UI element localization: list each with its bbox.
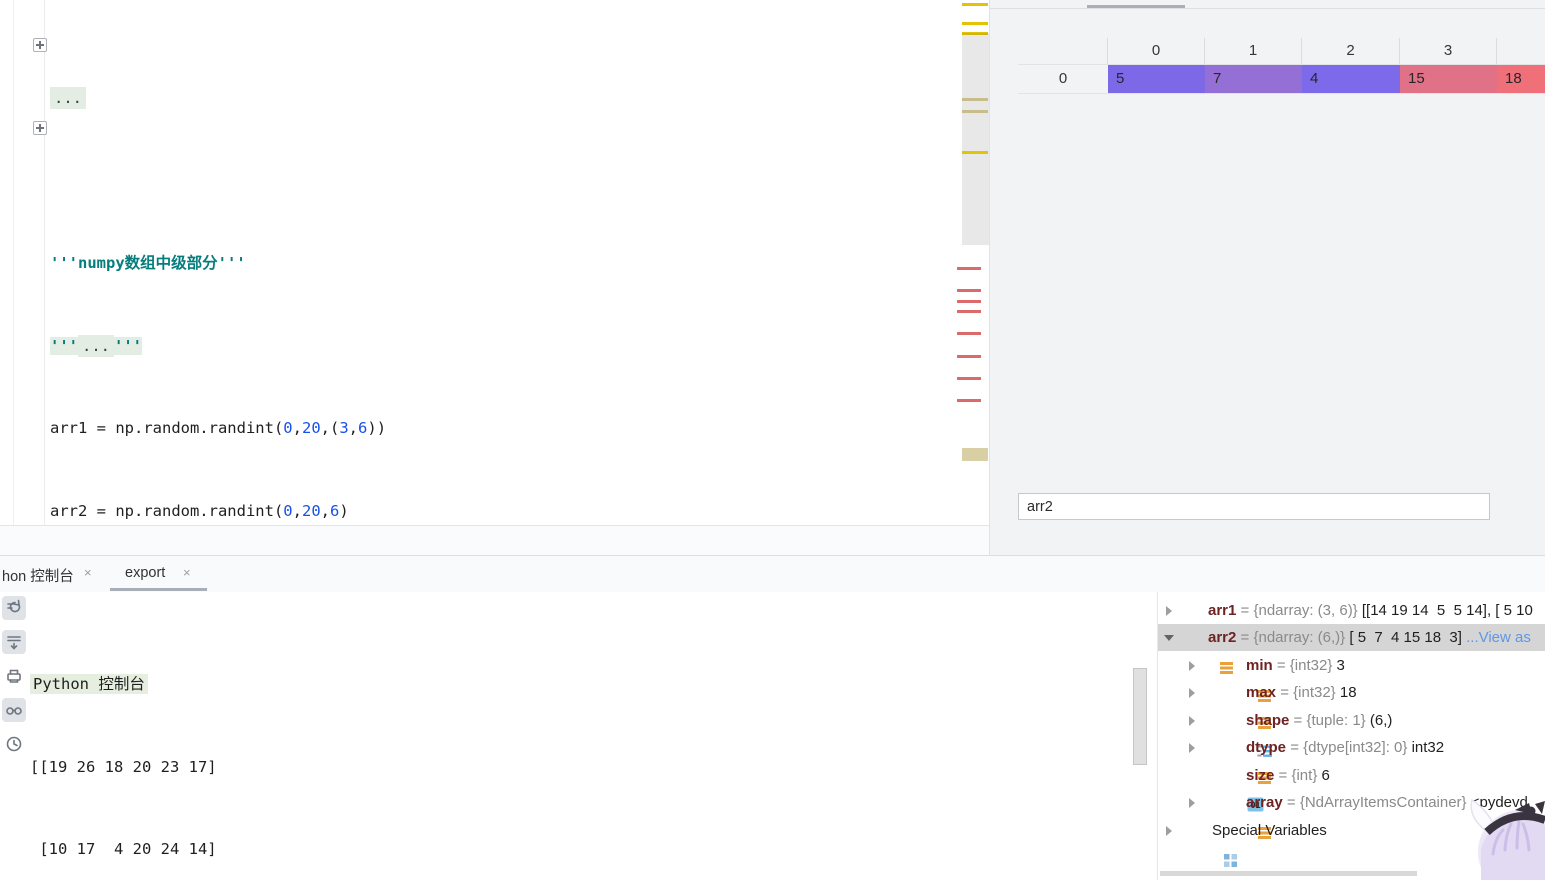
- row-header[interactable]: 0: [1018, 65, 1108, 93]
- chevron-right-icon[interactable]: [1189, 661, 1195, 671]
- error-marker[interactable]: [957, 289, 981, 292]
- array-query-input[interactable]: [1018, 493, 1490, 520]
- ndarray-icon: [1224, 740, 1272, 784]
- ndarray-icon: [1186, 603, 1234, 647]
- column-header[interactable]: 1: [1205, 38, 1302, 64]
- editor-left-edge: [13, 0, 14, 525]
- array-cell[interactable]: 18: [1497, 65, 1545, 93]
- code-line[interactable]: arr2 = np.random.randint(0,20,6): [50, 498, 714, 526]
- shape-123-icon: [1224, 713, 1273, 757]
- chevron-right-icon[interactable]: [1189, 743, 1195, 753]
- code-editor[interactable]: ... '''numpy数组中级部分''' '''... ''' arr1 = n…: [0, 0, 990, 850]
- console-line: [[19 26 18 20 23 17]: [30, 757, 217, 776]
- console-line: [10 17 4 20 24 14]: [30, 840, 217, 858]
- console-scrollbar-thumb[interactable]: [1133, 668, 1147, 765]
- primitive-01-icon: 01: [1214, 767, 1264, 812]
- console-tab-bar: hon 控制台 × export ×: [0, 555, 1545, 592]
- chevron-right-icon[interactable]: [1189, 716, 1195, 726]
- glasses-icon[interactable]: [2, 698, 26, 722]
- rerun-icon[interactable]: [2, 596, 26, 620]
- code-line[interactable]: ...: [50, 85, 714, 113]
- ndarray-icon: [1186, 630, 1234, 674]
- variable-row-shape[interactable]: shape = {tuple: 1} (6,): [1158, 707, 1545, 757]
- editor-hscroll-area[interactable]: [0, 526, 990, 555]
- variable-row-dtype[interactable]: dtype = {dtype[int32]: 0} int32: [1158, 734, 1545, 784]
- warning-marker[interactable]: [962, 151, 988, 154]
- error-marker[interactable]: [957, 399, 981, 402]
- code-line[interactable]: [50, 168, 714, 196]
- scroll-to-end-icon[interactable]: [2, 630, 26, 654]
- history-icon[interactable]: [2, 732, 26, 756]
- array-cell[interactable]: 5: [1108, 65, 1205, 93]
- tab-python-console[interactable]: hon 控制台: [2, 565, 74, 586]
- editor-error-stripe[interactable]: [955, 0, 990, 525]
- error-marker[interactable]: [957, 377, 981, 380]
- chevron-right-icon[interactable]: [1189, 798, 1195, 808]
- printer-icon[interactable]: [2, 664, 26, 688]
- column-header[interactable]: 0: [1108, 38, 1205, 64]
- python-console[interactable]: Python 控制台 [[19 26 18 20 23 17] [10 17 4…: [0, 592, 1156, 880]
- variable-row-min[interactable]: min = {int32} 3: [1158, 652, 1545, 702]
- array-table-header-row: 0 1 2 3: [1018, 38, 1545, 65]
- code-line[interactable]: '''... ''': [50, 333, 714, 361]
- variable-row-arr1[interactable]: arr1 = {ndarray: (3, 6)} [[14 19 14 5 5 …: [1158, 597, 1545, 647]
- array-cell[interactable]: 4: [1302, 65, 1400, 93]
- array-cell[interactable]: 15: [1400, 65, 1497, 93]
- ndarray-icon: [1224, 658, 1272, 702]
- weak-warning-marker[interactable]: [962, 98, 988, 101]
- column-header[interactable]: 2: [1302, 38, 1400, 64]
- code-line[interactable]: arr1 = np.random.randint(0,20,(3,6)): [50, 415, 714, 443]
- code-line[interactable]: '''numpy数组中级部分''': [50, 250, 714, 278]
- chevron-right-icon[interactable]: [1189, 688, 1195, 698]
- view-as-link[interactable]: ...View as: [1466, 629, 1531, 646]
- sciview-top-border: [990, 8, 1545, 9]
- special-variables-icon: [1190, 823, 1238, 867]
- ide-window: ... '''numpy数组中级部分''' '''... ''' arr1 = n…: [0, 0, 1545, 880]
- error-marker[interactable]: [957, 267, 981, 270]
- warning-marker[interactable]: [962, 3, 988, 6]
- chevron-down-icon[interactable]: [1164, 635, 1174, 641]
- fold-expand-icon[interactable]: [33, 121, 47, 135]
- editor-scrollbar-thumb[interactable]: [962, 33, 989, 245]
- tab-export[interactable]: export: [125, 565, 165, 581]
- corner-header-cell: [1018, 38, 1108, 64]
- close-icon[interactable]: ×: [183, 565, 191, 580]
- variables-panel: arr1 = {ndarray: (3, 6)} [[14 19 14 5 5 …: [1158, 592, 1545, 880]
- fold-expand-icon[interactable]: [33, 38, 47, 52]
- error-marker[interactable]: [957, 332, 981, 335]
- console-output[interactable]: Python 控制台 [[19 26 18 20 23 17] [10 17 4…: [30, 616, 378, 880]
- variable-row-arr2[interactable]: arr2 = {ndarray: (6,)} [ 5 7 4 15 18 3] …: [1158, 624, 1545, 674]
- console-banner: Python 控制台: [30, 674, 148, 694]
- selected-tab-indicator: [110, 588, 207, 591]
- weak-warning-marker[interactable]: [962, 448, 988, 461]
- ndarray-icon: [1224, 685, 1272, 729]
- variables-hscrollbar-thumb[interactable]: [1160, 871, 1417, 876]
- close-icon[interactable]: ×: [84, 565, 92, 580]
- warning-marker[interactable]: [962, 22, 988, 25]
- weak-warning-marker[interactable]: [962, 110, 988, 113]
- column-header[interactable]: 3: [1400, 38, 1497, 64]
- error-marker[interactable]: [957, 355, 981, 358]
- column-header[interactable]: [1497, 38, 1545, 64]
- array-table: 0 1 2 3 0 5 7 4 15 18: [1018, 38, 1545, 94]
- gutter-divider: [44, 0, 45, 525]
- chevron-right-icon[interactable]: [1166, 826, 1172, 836]
- array-cell[interactable]: 7: [1205, 65, 1302, 93]
- console-toolbar: [2, 596, 27, 766]
- error-marker[interactable]: [957, 310, 981, 313]
- ndarray-icon: [1224, 795, 1272, 839]
- array-table-row: 0 5 7 4 15 18: [1018, 65, 1545, 94]
- mascot-overlay: [1465, 784, 1545, 880]
- sciview-panel: 0 1 2 3 0 5 7 4 15 18: [990, 0, 1545, 555]
- chevron-right-icon[interactable]: [1166, 606, 1172, 616]
- variable-row-max[interactable]: max = {int32} 18: [1158, 679, 1545, 729]
- error-marker[interactable]: [957, 300, 981, 303]
